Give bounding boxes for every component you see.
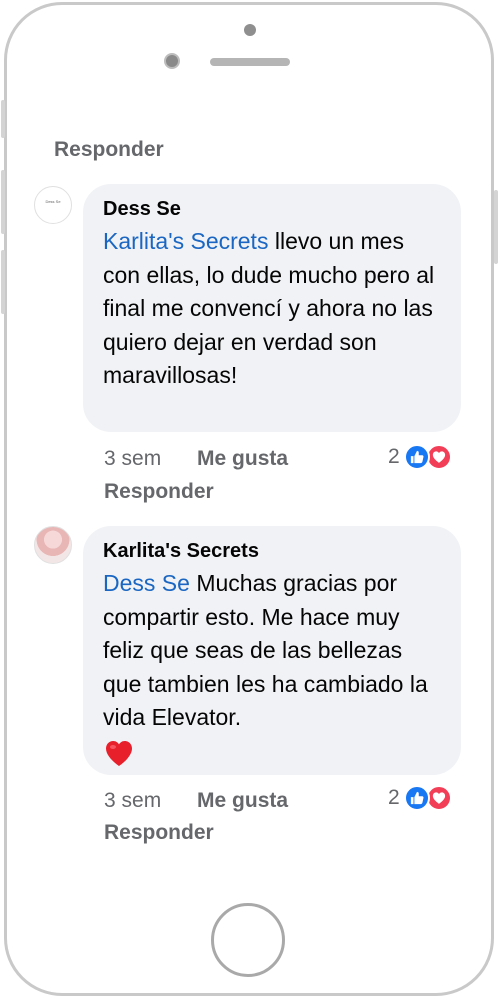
like-button[interactable]: Me gusta	[197, 789, 288, 812]
comment-author[interactable]: Karlita's Secrets	[103, 540, 441, 563]
like-button[interactable]: Me gusta	[197, 447, 288, 470]
comment-time[interactable]: 3 sem	[104, 789, 161, 813]
phone-volume-up-button	[1, 170, 5, 234]
reaction-count: 2	[388, 445, 400, 468]
reply-button[interactable]: Responder	[104, 821, 214, 845]
reaction-count: 2	[388, 786, 400, 809]
reaction-summary[interactable]: 2	[388, 785, 452, 811]
thumbs-up-icon	[403, 444, 430, 470]
comment-text: Dess Se Muchas gracias por compartir est…	[103, 567, 441, 735]
home-button[interactable]	[211, 903, 285, 977]
reply-button[interactable]: Responder	[54, 138, 164, 162]
comment-thread: Responder Dess Se Dess Se Karlita's Secr…	[30, 110, 470, 890]
reaction-summary[interactable]: 2	[388, 444, 452, 470]
avatar[interactable]: Dess Se	[34, 186, 72, 224]
comment-bubble: Dess Se Karlita's Secrets llevo un mes c…	[83, 184, 461, 432]
comment-text: Karlita's Secrets llevo un mes con ellas…	[103, 225, 441, 393]
comment-time[interactable]: 3 sem	[104, 447, 161, 471]
avatar-logo-icon: Dess Se	[45, 199, 61, 204]
phone-sensor-dot	[244, 24, 256, 36]
mention-link[interactable]: Dess Se	[103, 570, 190, 596]
red-heart-emoji-icon	[106, 740, 132, 766]
phone-side-button	[1, 100, 5, 138]
comment-author[interactable]: Dess Se	[103, 198, 441, 221]
comment-meta: 3 sem Me gusta	[104, 789, 288, 813]
thumbs-up-icon	[403, 785, 430, 811]
phone-volume-down-button	[1, 250, 5, 314]
phone-speaker	[210, 58, 290, 66]
phone-power-button	[494, 190, 498, 264]
mention-link[interactable]: Karlita's Secrets	[103, 228, 268, 254]
avatar[interactable]	[34, 526, 72, 564]
phone-camera	[164, 53, 180, 69]
reply-button[interactable]: Responder	[104, 480, 214, 504]
comment-meta: 3 sem Me gusta	[104, 447, 288, 471]
comment-bubble: Karlita's Secrets Dess Se Muchas gracias…	[83, 526, 461, 775]
